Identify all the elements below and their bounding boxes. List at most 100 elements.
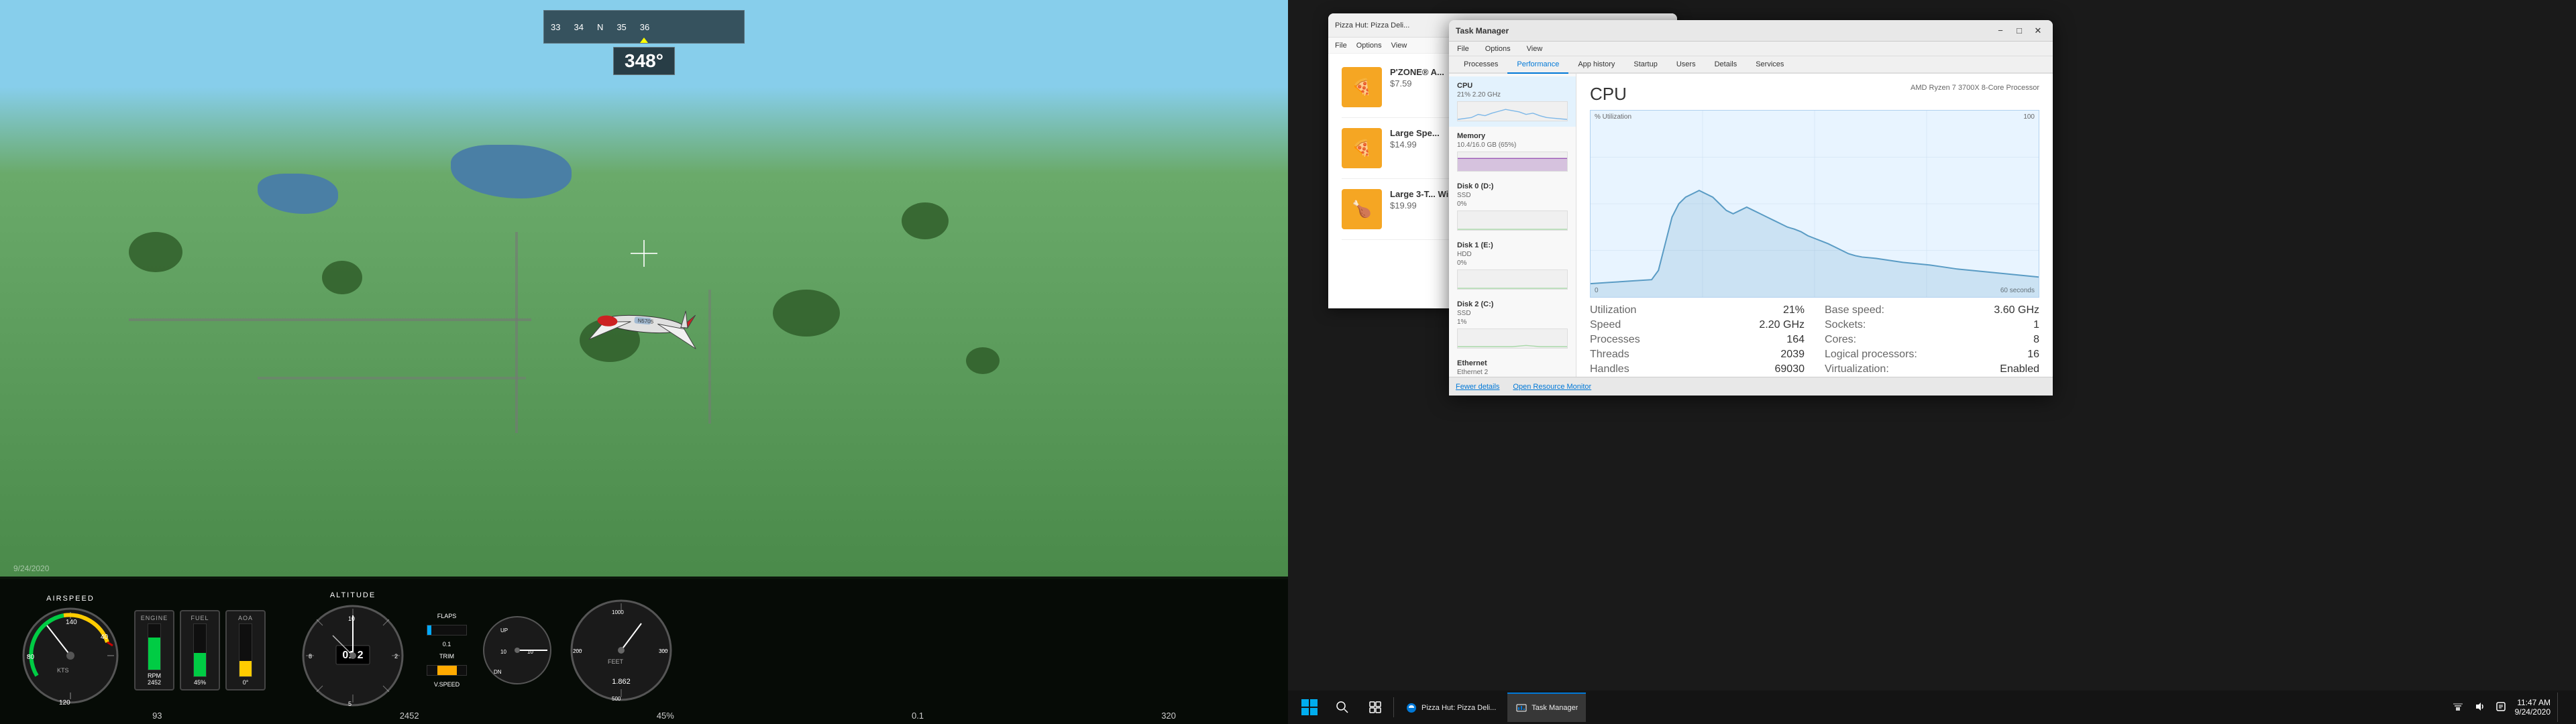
aoa-gauge: AOA 0° [225,610,266,690]
svg-text:FEET: FEET [608,658,624,665]
stat-row-base-speed: Base speed: 3.60 GHz [1825,304,2039,316]
heading-value: 348° [625,50,663,71]
taskbar-task-view-btn[interactable] [1360,692,1390,722]
browser-menu-view[interactable]: View [1391,42,1407,50]
task-manager-window[interactable]: Task Manager − □ ✕ File Options View Pro… [1449,20,2053,396]
browser-window-label: Pizza Hut: Pizza Deli... [1421,704,1496,712]
vegetation-5 [966,347,1000,374]
flight-indicators: FLAPS 0.1 TRIM V.SPEED [427,613,467,688]
browser-menu-options[interactable]: Options [1356,42,1382,50]
sidebar-disk1-name: Disk 1 (E:) [1457,241,1568,249]
airspeed-label: AIRSPEED [46,595,95,603]
sidebar-cpu-name: CPU [1457,82,1568,90]
fuel-bar-fill [194,653,206,676]
cpu-mini-svg [1458,102,1567,121]
volume-tray-icon[interactable] [2472,699,2487,716]
tab-app-history[interactable]: App history [1568,56,1624,74]
airspeed-gauge: 140 40 120 80 KTS [20,605,121,706]
edge-icon [1406,703,1417,713]
sidebar-item-disk0[interactable]: Disk 0 (D:) SSD 0% [1449,177,1576,236]
tab-processes[interactable]: Processes [1454,56,1507,74]
action-center-tray-icon[interactable] [2493,699,2508,716]
cpu-chart-svg [1591,111,2039,297]
engine-bar-fill [148,638,160,670]
flaps-label: FLAPS [427,613,467,619]
task-manager-tabs[interactable]: Processes Performance App history Startu… [1449,56,2053,74]
start-button[interactable] [1295,692,1324,722]
tab-services[interactable]: Services [1746,56,1793,74]
stat-value-speed: 2.20 GHz [1759,319,1805,331]
task-manager-sidebar[interactable]: CPU 21% 2.20 GHz Memory 10.4/16.0 GB (65… [1449,74,1576,396]
bottom-flaps-value: 0.1 [912,711,924,721]
sidebar-item-memory[interactable]: Memory 10.4/16.0 GB (65%) [1449,127,1576,177]
road-vertical [515,232,518,433]
flight-date-watermark: 9/24/2020 [13,564,49,573]
svg-text:40: 40 [101,634,109,641]
tab-users[interactable]: Users [1667,56,1705,74]
taskbar-taskmgr-btn[interactable]: Task Manager [1507,692,1586,722]
flight-date: 9/24/2020 [13,564,49,573]
taskbar-system-tray[interactable]: 11:47 AM 9/24/2020 [2451,692,2569,722]
sidebar-memory-name: Memory [1457,132,1568,140]
engine-rpm-label: RPM [148,672,161,679]
sidebar-item-cpu[interactable]: CPU 21% 2.20 GHz [1449,76,1576,127]
compass-num-5: 36 [640,22,649,32]
fuel-label: FUEL [191,615,209,621]
stat-row-cores: Cores: 8 [1825,334,2039,346]
taskbar[interactable]: Pizza Hut: Pizza Deli... Task Manager [1288,690,2576,724]
water-body-2 [258,174,338,214]
task-manager-close-btn[interactable]: ✕ [2030,23,2046,39]
bottom-values-row: 93 2452 45% 0.1 320 [20,711,1288,721]
bottom-flaps: 0.1 [912,711,924,721]
svg-text:140: 140 [66,619,77,626]
stat-value-virtualization: Enabled [2000,363,2039,375]
sidebar-item-disk2[interactable]: Disk 2 (C:) SSD 1% [1449,295,1576,354]
sidebar-item-disk1[interactable]: Disk 1 (E:) HDD 0% [1449,236,1576,295]
svg-text:120: 120 [59,699,70,706]
tab-startup[interactable]: Startup [1624,56,1666,74]
tm-menu-options[interactable]: Options [1483,44,1513,54]
tm-menu-file[interactable]: File [1454,44,1472,54]
compass-tape: 33 34 N 35 36 [543,10,745,44]
tm-menu-view[interactable]: View [1524,44,1546,54]
svg-text:KTS: KTS [57,667,69,674]
airplane: N5705 [574,278,714,373]
svg-text:2: 2 [394,653,398,660]
tm-footer-resource-monitor[interactable]: Open Resource Monitor [1513,383,1591,391]
task-manager-minimize-btn[interactable]: − [1992,23,2008,39]
aoa-value: 0° [243,679,249,686]
network-icon [2453,702,2463,711]
engine-gauge: ENGINE RPM 2452 [134,610,174,690]
taskbar-search-btn[interactable] [1328,692,1357,722]
windows-desktop: Pizza Hut: Pizza Deli... − □ ✕ File Opti… [1288,0,2576,724]
taskmgr-taskbar-icon [1515,702,1527,714]
taskbar-time-display[interactable]: 11:47 AM 9/24/2020 [2515,698,2551,717]
show-desktop-btn[interactable] [2557,692,2563,722]
bottom-airspeed: 93 [152,711,162,721]
network-tray-icon[interactable] [2451,699,2465,716]
stat-row-logical-processors: Logical processors: 16 [1825,349,2039,361]
stat-label-cores: Cores: [1825,334,1856,346]
sidebar-ethernet-name: Ethernet [1457,359,1568,367]
task-manager-titlebar[interactable]: Task Manager − □ ✕ [1449,20,2053,42]
task-manager-icon [1516,703,1527,713]
compass-num-4: 35 [616,22,626,32]
stat-label-logical-processors: Logical processors: [1825,349,1917,361]
tab-performance[interactable]: Performance [1507,56,1568,74]
fuel-value: 45% [194,679,206,686]
aoa-bar-fill [239,661,252,676]
task-manager-maximize-btn[interactable]: □ [2011,23,2027,39]
svg-text:300: 300 [659,648,668,654]
stat-value-logical-processors: 16 [2027,349,2039,361]
stat-label-processes: Processes [1590,334,1640,346]
browser-menu-file[interactable]: File [1335,42,1347,50]
sidebar-disk0-graph [1457,210,1568,231]
taskbar-browser-btn[interactable]: Pizza Hut: Pizza Deli... [1397,692,1504,722]
task-manager-footer[interactable]: Fewer details Open Resource Monitor [1449,377,2053,396]
task-manager-menu[interactable]: File Options View [1449,42,2053,56]
svg-text:1000: 1000 [612,609,624,615]
tab-details[interactable]: Details [1705,56,1747,74]
stat-value-cores: 8 [2033,334,2039,346]
bottom-airspeed-value: 93 [152,711,162,721]
tm-footer-fewer-details[interactable]: Fewer details [1456,383,1499,391]
